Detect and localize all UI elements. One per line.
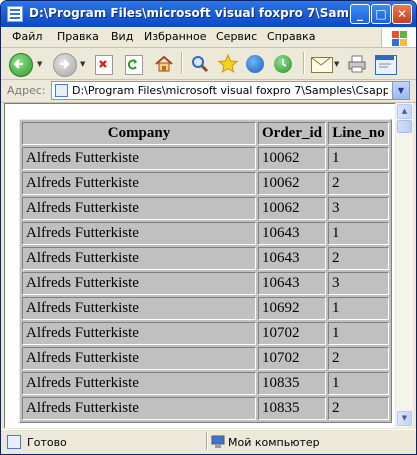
column-header-order-id: Order_id [258, 122, 326, 145]
back-dropdown-icon[interactable]: ▼ [37, 60, 42, 68]
menu-edit[interactable]: Правка [57, 30, 99, 43]
cell-company: Alfreds Futterkiste [22, 297, 256, 320]
status-bar: Готово Мой компьютер [1, 429, 416, 454]
favorites-star-icon[interactable] [217, 53, 239, 75]
address-label: Адрес: [7, 84, 46, 97]
cell-company: Alfreds Futterkiste [22, 322, 256, 345]
menu-file[interactable]: Файл [12, 30, 42, 43]
table-row: Alfreds Futterkiste 10062 2 [22, 172, 389, 195]
toolbar: ▼ ▼ ▼ [1, 48, 416, 80]
menu-bar: Файл Правка Вид Избранное Сервис Справка [1, 27, 416, 48]
print-icon[interactable] [346, 53, 368, 75]
table-row: Alfreds Futterkiste 10702 2 [22, 347, 389, 370]
refresh-icon[interactable] [125, 55, 143, 75]
cell-order-id: 10692 [258, 297, 326, 320]
forward-dropdown-icon[interactable]: ▼ [80, 60, 85, 68]
cell-line-no: 1 [328, 297, 389, 320]
mail-dropdown-icon[interactable]: ▼ [334, 60, 339, 68]
table-header-row: Company Order_id Line_no [22, 122, 389, 145]
zone-text: Мой компьютер [228, 436, 320, 449]
windows-logo-icon [381, 28, 416, 47]
cell-order-id: 10643 [258, 247, 326, 270]
cell-order-id: 10835 [258, 372, 326, 395]
scroll-thumb[interactable] [397, 120, 412, 133]
history-icon[interactable] [274, 55, 292, 73]
address-value[interactable]: D:\Program Files\microsoft visual foxpro… [72, 84, 388, 97]
cell-line-no: 1 [328, 147, 389, 170]
address-bar: Адрес: D:\Program Files\microsoft visual… [1, 80, 416, 103]
media-icon[interactable] [246, 55, 264, 73]
cell-company: Alfreds Futterkiste [22, 372, 256, 395]
page-done-icon [7, 435, 21, 449]
address-input[interactable]: D:\Program Files\microsoft visual foxpro… [51, 81, 410, 100]
cell-line-no: 1 [328, 372, 389, 395]
maximize-button[interactable]: □ [371, 4, 391, 24]
minimize-button[interactable]: _ [350, 4, 370, 24]
cell-company: Alfreds Futterkiste [22, 197, 256, 220]
table-row: Alfreds Futterkiste 10062 3 [22, 197, 389, 220]
stop-icon[interactable] [95, 55, 113, 75]
cell-line-no: 1 [328, 222, 389, 245]
cell-line-no: 2 [328, 347, 389, 370]
table-row: Alfreds Futterkiste 10835 2 [22, 397, 389, 420]
cell-order-id: 10643 [258, 272, 326, 295]
cell-line-no: 3 [328, 272, 389, 295]
cell-line-no: 2 [328, 172, 389, 195]
cell-company: Alfreds Futterkiste [22, 272, 256, 295]
column-header-line-no: Line_no [328, 122, 389, 145]
table-row: Alfreds Futterkiste 10062 1 [22, 147, 389, 170]
cell-company: Alfreds Futterkiste [22, 222, 256, 245]
page-icon [55, 84, 68, 97]
back-arrow-icon[interactable] [9, 53, 33, 77]
search-icon[interactable] [189, 53, 211, 75]
cell-company: Alfreds Futterkiste [22, 172, 256, 195]
page-content: Company Order_id Line_no Alfreds Futterk… [4, 103, 395, 428]
cell-company: Alfreds Futterkiste [22, 397, 256, 420]
table-row: Alfreds Futterkiste 10835 1 [22, 372, 389, 395]
document-icon [7, 6, 23, 22]
cell-company: Alfreds Futterkiste [22, 247, 256, 270]
edit-icon[interactable] [375, 55, 397, 75]
column-header-company: Company [22, 122, 256, 145]
table-row: Alfreds Futterkiste 10643 3 [22, 272, 389, 295]
scroll-up-button[interactable]: ▲ [397, 104, 412, 119]
cell-line-no: 3 [328, 197, 389, 220]
menu-favorites[interactable]: Избранное [144, 30, 206, 43]
cell-line-no: 1 [328, 322, 389, 345]
table-row: Alfreds Futterkiste 10643 2 [22, 247, 389, 270]
cell-order-id: 10643 [258, 222, 326, 245]
cell-line-no: 2 [328, 247, 389, 270]
mail-icon[interactable] [311, 57, 333, 73]
query-results-table: Company Order_id Line_no Alfreds Futterk… [19, 119, 392, 423]
close-button[interactable]: ✕ [392, 4, 412, 24]
cell-line-no: 2 [328, 397, 389, 420]
cell-order-id: 10702 [258, 347, 326, 370]
cell-order-id: 10062 [258, 197, 326, 220]
menu-view[interactable]: Вид [111, 30, 133, 43]
home-icon[interactable] [153, 53, 175, 75]
table-row: Alfreds Futterkiste 10702 1 [22, 322, 389, 345]
cell-order-id: 10062 [258, 147, 326, 170]
table-row: Alfreds Futterkiste 10643 1 [22, 222, 389, 245]
scroll-down-button[interactable]: ▼ [397, 411, 412, 426]
address-dropdown-button[interactable]: ▼ [392, 82, 409, 99]
table-row: Alfreds Futterkiste 10692 1 [22, 297, 389, 320]
window-title: D:\Program Files\microsoft visual foxpro… [29, 6, 359, 20]
browser-window: D:\Program Files\microsoft visual foxpro… [0, 0, 417, 455]
cell-order-id: 10702 [258, 322, 326, 345]
my-computer-icon [211, 435, 225, 449]
cell-order-id: 10062 [258, 172, 326, 195]
status-text: Готово [27, 436, 67, 449]
vertical-scrollbar[interactable]: ▲ ▼ [395, 103, 413, 428]
menu-tools[interactable]: Сервис [216, 30, 257, 43]
cell-company: Alfreds Futterkiste [22, 347, 256, 370]
title-bar[interactable]: D:\Program Files\microsoft visual foxpro… [1, 1, 416, 27]
menu-help[interactable]: Справка [267, 30, 315, 43]
cell-order-id: 10835 [258, 397, 326, 420]
forward-arrow-icon[interactable] [53, 53, 77, 77]
cell-company: Alfreds Futterkiste [22, 147, 256, 170]
